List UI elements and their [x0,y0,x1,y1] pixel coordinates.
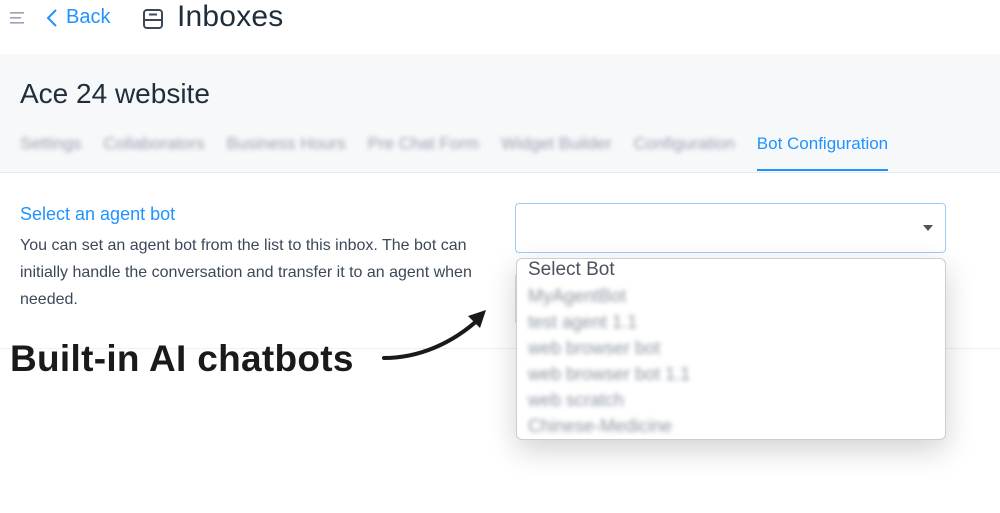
top-bar: Back Inboxes [0,0,1000,54]
bot-dropdown-list: Select Bot MyAgentBot test agent 1.1 web… [516,258,946,440]
option-bot[interactable]: MyAgentBot [517,284,945,310]
tab-bot-configuration[interactable]: Bot Configuration [756,134,889,171]
annotation-label: Built-in AI chatbots [10,338,354,379]
tab-business-hours[interactable]: Business Hours [227,134,346,154]
section-title: Select an agent bot [20,204,176,224]
settings-tabs: Settings Collaborators Business Hours Pr… [20,134,910,172]
tab-collaborators[interactable]: Collaborators [103,134,204,154]
agent-bot-select[interactable] [515,203,946,253]
inbox-header: Ace 24 website Settings Collaborators Bu… [0,54,1000,173]
inbox-name: Ace 24 website [20,78,210,109]
page-title: Inboxes [177,0,284,33]
option-bot[interactable]: test agent 1.1 [517,310,945,336]
back-button[interactable]: Back [46,6,110,29]
option-select-bot[interactable]: Select Bot [517,259,945,284]
menu-icon[interactable] [10,11,26,25]
chevron-left-icon [46,8,57,27]
arrow-icon [382,310,486,360]
tab-settings[interactable]: Settings [20,134,81,154]
option-bot[interactable]: Chinese-Medicine [517,414,945,439]
option-bot[interactable]: web browser bot 1.1 [517,362,945,388]
caret-down-icon [923,225,933,231]
tab-configuration[interactable]: Configuration [634,134,735,154]
option-bot[interactable]: web scratch [517,388,945,414]
back-label: Back [66,6,111,28]
tab-pre-chat-form[interactable]: Pre Chat Form [368,134,479,154]
tab-widget-builder[interactable]: Widget Builder [501,134,612,154]
option-bot[interactable]: web browser bot [517,336,945,362]
inbox-icon [143,9,163,29]
